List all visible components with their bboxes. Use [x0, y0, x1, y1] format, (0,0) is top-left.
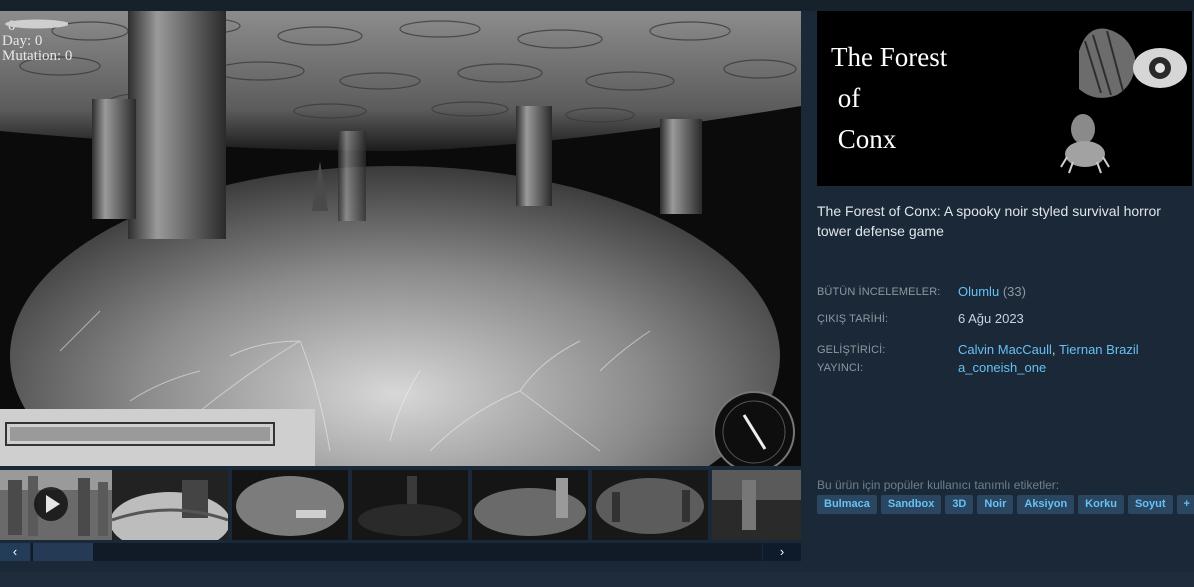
- top-band: [0, 0, 1194, 11]
- game-capsule-image: The Forest of Conx: [817, 11, 1192, 186]
- eye-creature-art: [1079, 28, 1187, 98]
- release-date: 6 Ağu 2023: [958, 311, 1024, 326]
- thumbnail-video[interactable]: [0, 470, 116, 540]
- tag-korku[interactable]: Korku: [1078, 495, 1124, 514]
- release-date-label: ÇIKIŞ TARİHİ:: [817, 313, 889, 325]
- publisher-link[interactable]: a_coneish_one: [958, 360, 1046, 375]
- thumbnail-image: [232, 470, 348, 540]
- hud-mutation: Mutation: 0: [2, 48, 73, 64]
- beetle-creature-art: [1060, 114, 1110, 174]
- leaf-icon: [5, 19, 68, 29]
- slider-handle[interactable]: [33, 543, 93, 561]
- thumbnail-image: [112, 470, 228, 540]
- thumbnail-image: [712, 470, 801, 540]
- hud-leaf-counter: 0: [2, 19, 72, 34]
- tag-sandbox[interactable]: Sandbox: [880, 495, 942, 514]
- reviews-count: (33): [1002, 284, 1026, 299]
- hud-day: Day: 0: [2, 33, 43, 49]
- bottom-band: [0, 572, 1194, 587]
- slider-prev-button[interactable]: ‹: [0, 543, 30, 561]
- tag-noir[interactable]: Noir: [977, 495, 1014, 514]
- developer-link[interactable]: Calvin MacCaull: [958, 342, 1052, 357]
- forest-scene: [0, 11, 801, 466]
- developer-link[interactable]: Tiernan Brazil: [1059, 342, 1139, 357]
- tag-more-button[interactable]: +: [1176, 495, 1194, 514]
- tag-aksiyon[interactable]: Aksiyon: [1017, 495, 1075, 514]
- developer-separator: ,: [1051, 342, 1056, 357]
- compass-icon: [713, 391, 795, 466]
- tag-bulmaca[interactable]: Bulmaca: [817, 495, 877, 514]
- slider-track[interactable]: [31, 543, 762, 561]
- reviews-value: Olumlu (33): [958, 284, 1026, 299]
- capsule-artwork: [1060, 28, 1187, 174]
- thumbnail-slider: ‹ ›: [0, 543, 801, 561]
- thumbnail-screenshot-4[interactable]: [472, 470, 588, 540]
- play-icon: [46, 495, 60, 513]
- chevron-right-icon: ›: [779, 544, 785, 559]
- tag-list: Bulmaca Sandbox 3D Noir Aksiyon Korku So…: [817, 495, 1194, 514]
- publisher-label: YAYINCI:: [817, 362, 864, 374]
- thumbnail-screenshot-6[interactable]: [712, 470, 801, 540]
- game-hud: 0 Day: 0 Mutation: 0: [2, 19, 72, 64]
- tag-3d[interactable]: 3D: [945, 495, 974, 514]
- thumbnail-screenshot-3[interactable]: [352, 470, 468, 540]
- thumbnail-screenshot-2[interactable]: [232, 470, 348, 540]
- slider-next-button[interactable]: ›: [763, 543, 801, 561]
- tag-soyut[interactable]: Soyut: [1127, 495, 1173, 514]
- chevron-left-icon: ‹: [12, 544, 18, 559]
- developer-list: Calvin MacCaull, Tiernan Brazil: [958, 342, 1139, 357]
- reviews-label: BÜTÜN İNCELEMELER:: [817, 286, 941, 298]
- thumbnail-strip: [0, 470, 801, 540]
- thumbnail-image: [592, 470, 708, 540]
- thumbnail-image: [472, 470, 588, 540]
- thumbnail-screenshot-1[interactable]: [112, 470, 228, 540]
- reviews-summary-link[interactable]: Olumlu: [958, 284, 999, 299]
- developer-label: GELİŞTİRİCİ:: [817, 344, 886, 356]
- tags-label: Bu ürün için popüler kullanıcı tanımlı e…: [817, 478, 1060, 492]
- publisher-value: a_coneish_one: [958, 360, 1046, 375]
- thumbnail-screenshot-5[interactable]: [592, 470, 708, 540]
- play-button[interactable]: [34, 487, 68, 521]
- thumbnail-image: [352, 470, 468, 540]
- game-description: The Forest of Conx: A spooky noir styled…: [817, 203, 1161, 239]
- main-screenshot[interactable]: 0 Day: 0 Mutation: 0: [0, 11, 801, 466]
